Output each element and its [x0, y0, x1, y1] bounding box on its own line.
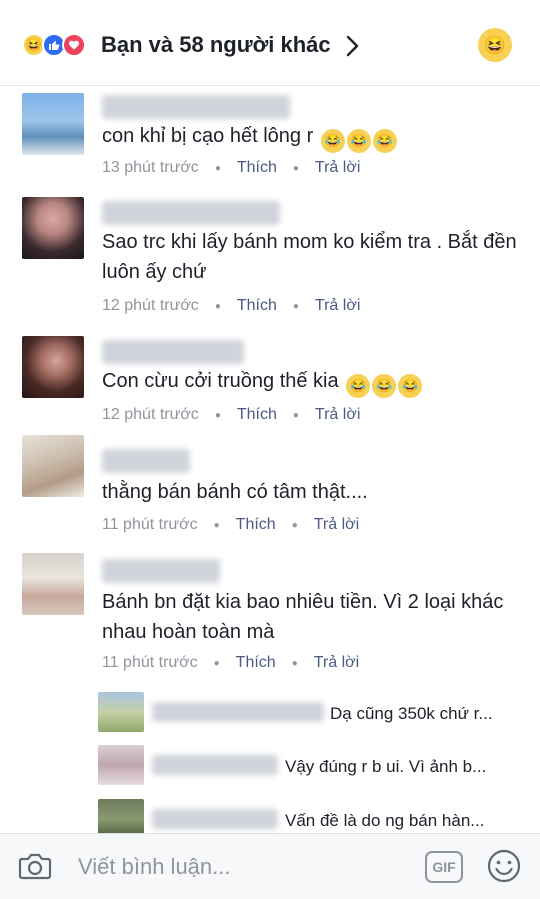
- like-button[interactable]: Thích: [236, 654, 276, 672]
- reactions-header[interactable]: 😆 Bạn và 58 người khác 😆: [0, 0, 540, 86]
- comment-time: 13 phút trước: [102, 159, 199, 176]
- laughing-emoji-icon: 😂: [346, 129, 371, 153]
- reply-button[interactable]: Trả lời: [315, 159, 360, 177]
- avatar[interactable]: [98, 692, 144, 732]
- laughing-emoji-icon: 😂: [398, 374, 423, 398]
- reply-button[interactable]: Trả lời: [314, 516, 359, 534]
- like-button[interactable]: Thích: [237, 406, 277, 424]
- separator-dot: ●: [214, 409, 221, 421]
- reply-text: Dạ cũng 350k chứ r...: [330, 704, 493, 723]
- commenter-name-blurred[interactable]: [102, 559, 220, 583]
- laughing-emoji-icon: 😂: [372, 129, 397, 153]
- avatar[interactable]: [22, 435, 84, 497]
- comment-meta: 11 phút trước ● Thích ● Trả lời: [102, 516, 359, 534]
- avatar[interactable]: [98, 745, 144, 785]
- comment-meta: 11 phút trước ● Thích ● Trả lời: [102, 654, 359, 672]
- reply-button[interactable]: Trả lời: [315, 406, 360, 424]
- commenter-name-blurred[interactable]: [102, 449, 190, 473]
- separator-dot: ●: [291, 519, 298, 531]
- separator-dot: ●: [292, 409, 299, 421]
- separator-dot: ●: [213, 519, 220, 531]
- comment-time: 11 phút trước: [102, 654, 198, 671]
- reply-text: Vậy đúng r b ui. Vì ảnh b...: [285, 757, 487, 776]
- commenter-name-blurred[interactable]: [102, 201, 280, 225]
- like-button[interactable]: Thích: [237, 159, 277, 177]
- reactions-summary[interactable]: Bạn và 58 người khác: [101, 32, 331, 58]
- avatar[interactable]: [22, 553, 84, 615]
- reply-button[interactable]: Trả lời: [314, 654, 359, 672]
- separator-dot: ●: [292, 300, 299, 312]
- like-button[interactable]: Thích: [237, 297, 277, 315]
- comment-input[interactable]: [78, 854, 398, 880]
- comment-meta: 13 phút trước ● Thích ● Trả lời: [102, 159, 360, 177]
- laughing-emoji-icon: 😂: [346, 374, 371, 398]
- comment-text: Sao trc khi lấy bánh mom ko kiểm tra . B…: [102, 231, 517, 283]
- comment-text: Con cừu cởi truồng thế kia 😂 😂 😂: [102, 366, 522, 398]
- chevron-right-icon[interactable]: [344, 34, 360, 65]
- comment-time: 12 phút trước: [102, 297, 199, 314]
- avatar[interactable]: [22, 93, 84, 155]
- comment-text: con khỉ bị cạo hết lông r 😂 😂 😂: [102, 121, 522, 153]
- reaction-icons: 😆: [22, 33, 86, 57]
- commenter-name-blurred[interactable]: [102, 340, 244, 364]
- love-icon: [62, 33, 86, 57]
- comment-time: 11 phút trước: [102, 516, 198, 533]
- comment-composer: GIF: [0, 833, 540, 899]
- avatar[interactable]: [22, 336, 84, 398]
- reply-button[interactable]: Trả lời: [315, 297, 360, 315]
- replier-name-blurred[interactable]: [152, 702, 324, 722]
- laughing-emoji-icon: 😂: [320, 129, 345, 153]
- separator-dot: ●: [291, 657, 298, 669]
- sticker-smile-icon[interactable]: [486, 848, 522, 884]
- separator-dot: ●: [292, 162, 299, 174]
- gif-button[interactable]: GIF: [425, 851, 463, 883]
- laughing-emoji-icon: 😂: [372, 374, 397, 398]
- comment-time: 12 phút trước: [102, 406, 199, 423]
- haha-reaction-button[interactable]: 😆: [478, 28, 512, 62]
- comment-meta: 12 phút trước ● Thích ● Trả lời: [102, 297, 360, 315]
- comment-text: Bánh bn đặt kia bao nhiêu tiền. Vì 2 loạ…: [102, 591, 504, 643]
- reply-text: Vấn đề là do ng bán hàn...: [285, 811, 485, 830]
- comment-meta: 12 phút trước ● Thích ● Trả lời: [102, 406, 360, 424]
- replier-name-blurred[interactable]: [152, 809, 278, 829]
- comment-text: thằng bán bánh có tâm thật....: [102, 481, 368, 503]
- like-button[interactable]: Thích: [236, 516, 276, 534]
- commenter-name-blurred[interactable]: [102, 95, 290, 119]
- camera-icon[interactable]: [18, 850, 52, 882]
- avatar[interactable]: [22, 197, 84, 259]
- separator-dot: ●: [214, 300, 221, 312]
- separator-dot: ●: [213, 657, 220, 669]
- replier-name-blurred[interactable]: [152, 755, 278, 775]
- separator-dot: ●: [214, 162, 221, 174]
